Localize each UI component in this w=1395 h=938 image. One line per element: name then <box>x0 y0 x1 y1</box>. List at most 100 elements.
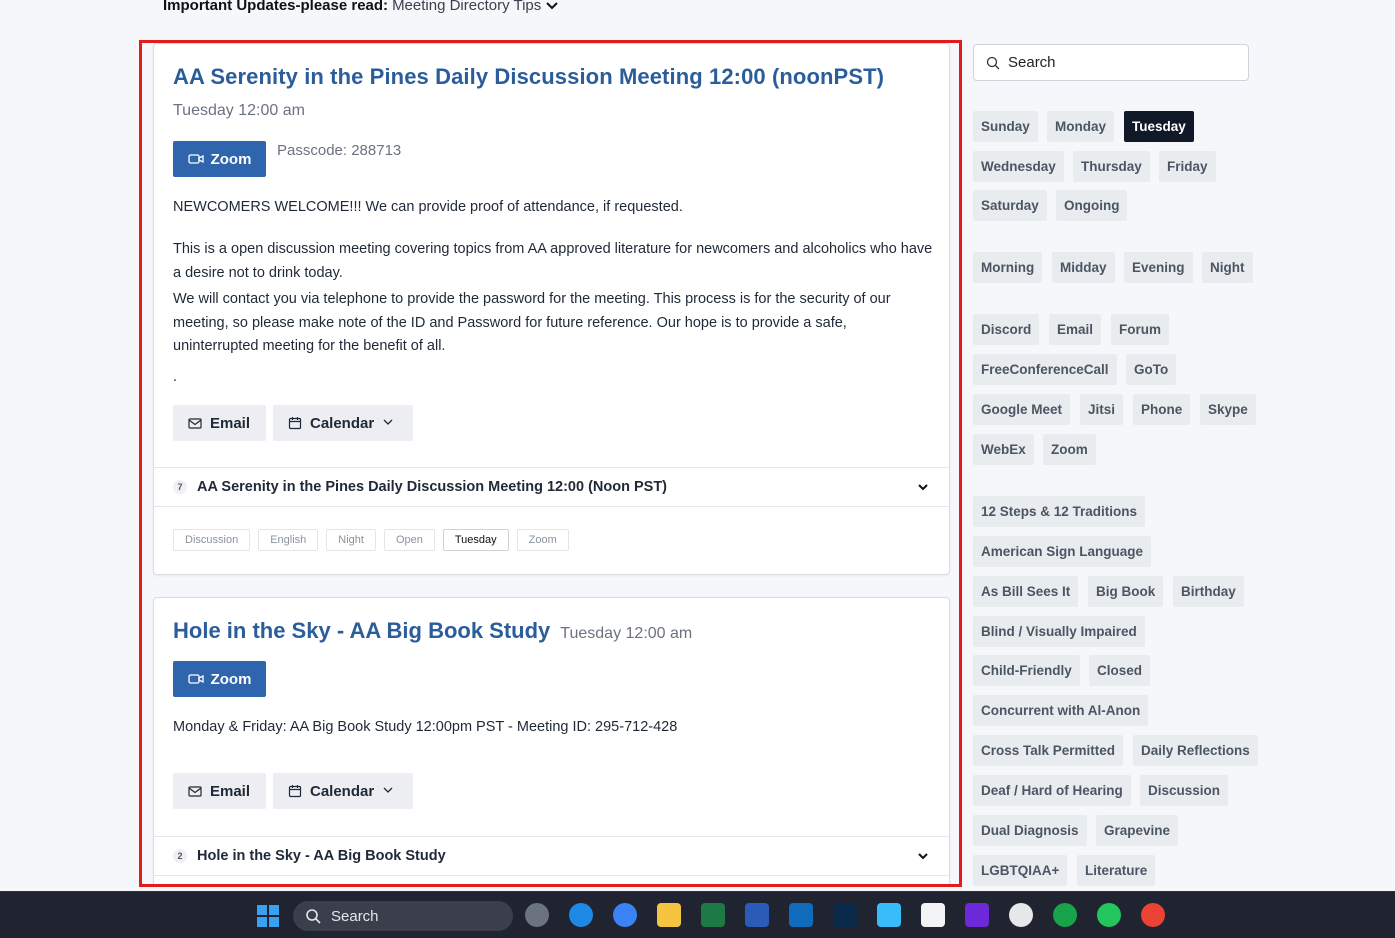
excel-app-icon[interactable] <box>701 903 725 927</box>
filter-chip-skype[interactable]: Skype <box>1200 394 1256 425</box>
filter-chip-email[interactable]: Email <box>1049 314 1102 345</box>
tag-zoom[interactable]: Zoom <box>516 529 569 551</box>
tag-discussion[interactable]: Discussion <box>173 529 251 551</box>
sync-app-icon[interactable] <box>613 903 637 927</box>
filter-chip-birthday[interactable]: Birthday <box>1173 576 1244 607</box>
filter-chip-jitsi[interactable]: Jitsi <box>1080 394 1124 425</box>
whatsapp-app-icon[interactable] <box>1097 903 1121 927</box>
search-box[interactable] <box>973 44 1249 81</box>
email-button[interactable]: Email <box>173 405 266 441</box>
taskbar-search[interactable]: Search <box>293 901 513 931</box>
calendar-dropdown[interactable]: Calendar <box>273 773 413 809</box>
outlook-app-icon[interactable] <box>789 903 813 927</box>
count-badge: 7 <box>173 480 187 494</box>
filter-chip-friday[interactable]: Friday <box>1159 151 1216 182</box>
slack-app-icon[interactable] <box>1009 903 1033 927</box>
filter-chip-dual-diagnosis[interactable]: Dual Diagnosis <box>973 815 1087 846</box>
filter-chip-as-bill-sees-it[interactable]: As Bill Sees It <box>973 576 1079 607</box>
filter-chip-literature[interactable]: Literature <box>1077 855 1156 886</box>
email-button[interactable]: Email <box>173 773 266 809</box>
search-icon <box>306 909 321 924</box>
calendar-icon <box>288 417 302 430</box>
filter-chip-closed[interactable]: Closed <box>1089 655 1151 686</box>
upwork-app-icon[interactable] <box>1053 903 1077 927</box>
meeting-title[interactable]: AA Serenity in the Pines Daily Discussio… <box>173 64 884 90</box>
filter-chip-google-meet[interactable]: Google Meet <box>973 394 1071 425</box>
envelope-icon <box>188 418 202 429</box>
filter-chip-concurrent-with-al-anon[interactable]: Concurrent with Al-Anon <box>973 695 1149 726</box>
meeting-header: Hole in the Sky - AA Big Book Study Tues… <box>173 618 692 644</box>
filter-chip-12-steps-12-traditions[interactable]: 12 Steps & 12 Traditions <box>973 496 1146 527</box>
chevron-down-icon <box>546 2 558 10</box>
calendar-label: Calendar <box>310 782 375 800</box>
calendar-icon <box>288 785 302 798</box>
filter-chip-morning[interactable]: Morning <box>973 252 1043 283</box>
filter-chip-cross-talk-permitted[interactable]: Cross Talk Permitted <box>973 735 1124 766</box>
filter-chip-blind-visually-impaired[interactable]: Blind / Visually Impaired <box>973 616 1145 647</box>
file-explorer-icon[interactable] <box>657 903 681 927</box>
filter-chip-midday[interactable]: Midday <box>1052 252 1115 283</box>
notepad-app-icon[interactable] <box>877 903 901 927</box>
windows-start-icon[interactable] <box>256 904 280 928</box>
settings-app-icon[interactable] <box>525 903 549 927</box>
filter-chip-phone[interactable]: Phone <box>1133 394 1191 425</box>
filter-chip-lgbtqiaa-[interactable]: LGBTQIAA+ <box>973 855 1068 886</box>
word-app-icon[interactable] <box>745 903 769 927</box>
chrome-app-icon[interactable] <box>1141 903 1165 927</box>
filter-chip-daily-reflections[interactable]: Daily Reflections <box>1133 735 1258 766</box>
filter-chip-thursday[interactable]: Thursday <box>1073 151 1150 182</box>
tag-tuesday[interactable]: Tuesday <box>442 529 509 551</box>
filter-chip-tuesday[interactable]: Tuesday <box>1124 111 1194 142</box>
updates-banner[interactable]: Important Updates-please read: Meeting D… <box>163 0 559 14</box>
taskbar-search-label: Search <box>331 907 379 925</box>
meeting-note: NEWCOMERS WELCOME!!! We can provide proo… <box>173 199 683 215</box>
filter-chip-discussion[interactable]: Discussion <box>1140 775 1229 806</box>
zoom-join-button[interactable]: Zoom <box>173 661 266 697</box>
filter-chip-child-friendly[interactable]: Child-Friendly <box>973 655 1080 686</box>
filter-chip-goto[interactable]: GoTo <box>1126 354 1177 385</box>
filter-chip-monday[interactable]: Monday <box>1047 111 1115 142</box>
filter-chip-night[interactable]: Night <box>1202 252 1253 283</box>
meeting-card: Hole in the Sky - AA Big Book Study Tues… <box>153 597 950 884</box>
chevron-down-icon <box>918 853 928 860</box>
photoshop-app-icon[interactable] <box>833 903 857 927</box>
filter-chip-saturday[interactable]: Saturday <box>973 190 1047 221</box>
tag-open[interactable]: Open <box>383 529 435 551</box>
filter-chip-grapevine[interactable]: Grapevine <box>1096 815 1179 846</box>
meeting-title[interactable]: Hole in the Sky - AA Big Book Study <box>173 618 550 644</box>
filter-chip-forum[interactable]: Forum <box>1111 314 1169 345</box>
zoom-join-button[interactable]: Zoom <box>173 141 266 177</box>
filter-chip-discord[interactable]: Discord <box>973 314 1040 345</box>
meeting-accordion[interactable]: 7 AA Serenity in the Pines Daily Discuss… <box>154 467 949 507</box>
passcode-text: Passcode: 288713 <box>277 142 402 159</box>
filter-chip-ongoing[interactable]: Ongoing <box>1056 190 1128 221</box>
filter-chip-deaf-hard-of-hearing[interactable]: Deaf / Hard of Hearing <box>973 775 1131 806</box>
calendar-label: Calendar <box>310 414 375 432</box>
calendar-dropdown[interactable]: Calendar <box>273 405 413 441</box>
meeting-accordion[interactable]: 2 Hole in the Sky - AA Big Book Study <box>154 836 949 876</box>
filter-chip-zoom[interactable]: Zoom <box>1043 434 1096 465</box>
filter-chip-freeconferencecall[interactable]: FreeConferenceCall <box>973 354 1117 385</box>
tag-english[interactable]: English <box>258 529 319 551</box>
filter-chip-american-sign-language[interactable]: American Sign Language <box>973 536 1152 567</box>
filter-chip-webex[interactable]: WebEx <box>973 434 1034 465</box>
filter-chip-big-book[interactable]: Big Book <box>1088 576 1164 607</box>
tag-list: Discussion English Night Open Tuesday Zoom <box>173 529 569 551</box>
canva-app-icon[interactable] <box>965 903 989 927</box>
video-camera-icon <box>187 154 204 164</box>
tag-night[interactable]: Night <box>326 529 376 551</box>
search-input[interactable] <box>1008 54 1238 71</box>
updates-link[interactable]: Meeting Directory Tips <box>392 0 541 14</box>
windows-taskbar: Search <box>0 891 1395 938</box>
filter-chip-evening[interactable]: Evening <box>1124 252 1193 283</box>
search-icon <box>986 56 1000 69</box>
capcut-app-icon[interactable] <box>921 903 945 927</box>
meeting-time: Tuesday 12:00 am <box>173 102 305 119</box>
email-label: Email <box>210 782 251 800</box>
safari-app-icon[interactable] <box>569 903 593 927</box>
email-label: Email <box>210 414 251 432</box>
meeting-description: This is a open discussion meeting coveri… <box>173 241 933 281</box>
filter-chip-sunday[interactable]: Sunday <box>973 111 1038 142</box>
count-badge: 2 <box>173 849 187 863</box>
filter-chip-wednesday[interactable]: Wednesday <box>973 151 1064 182</box>
